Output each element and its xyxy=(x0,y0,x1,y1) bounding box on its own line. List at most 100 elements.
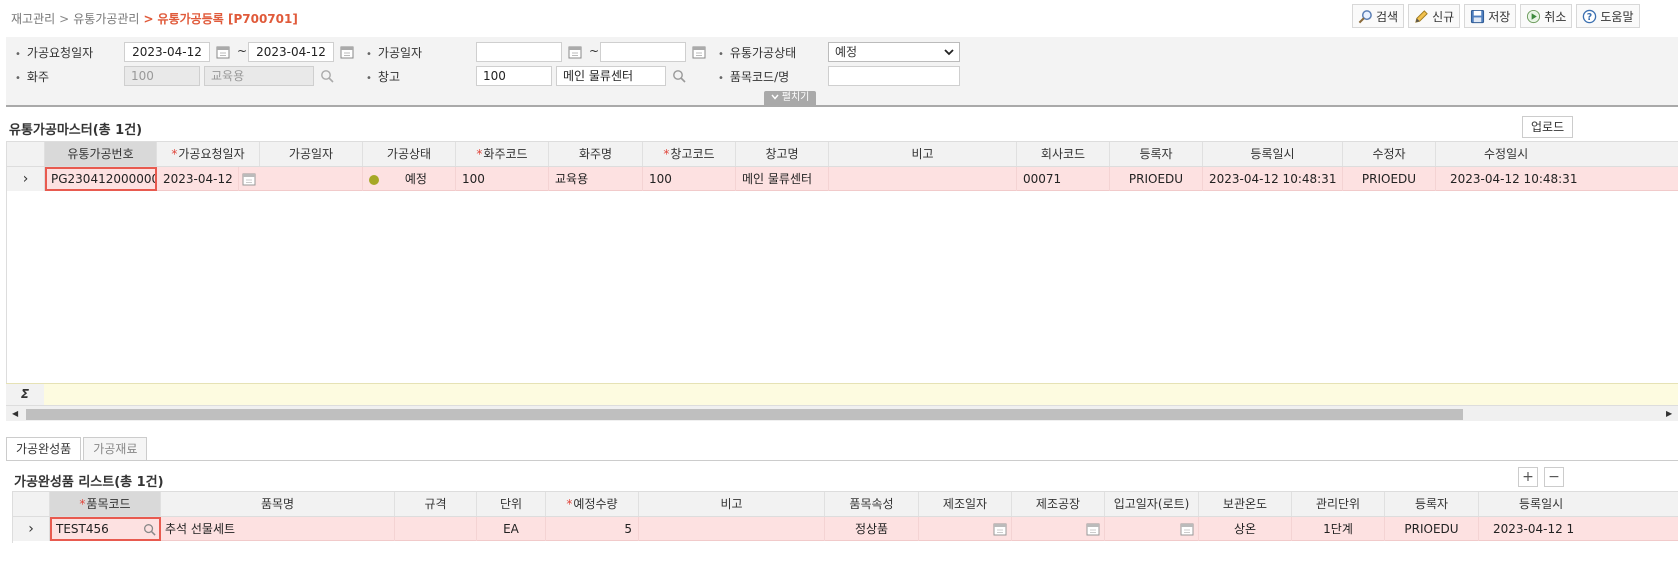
calendar-icon[interactable] xyxy=(340,45,354,59)
col-header[interactable]: 보관온도 xyxy=(1199,492,1292,516)
col-header[interactable]: *화주코드 xyxy=(456,142,549,166)
item-code-input[interactable] xyxy=(828,66,960,86)
calendar-icon[interactable] xyxy=(1180,522,1194,536)
col-header[interactable]: 수정일시 xyxy=(1436,142,1678,166)
tab-materials[interactable]: 가공재료 xyxy=(83,437,148,461)
col-header[interactable]: *예정수량 xyxy=(546,492,639,516)
calendar-icon[interactable] xyxy=(993,522,1007,536)
search-button[interactable]: 검색 xyxy=(1352,4,1405,28)
cell-reg-dt[interactable]: 2023-04-12 10:48:31 xyxy=(1203,167,1343,191)
upload-button[interactable]: 업로드 xyxy=(1522,116,1574,138)
req-date-to-input[interactable]: 2023-04-12 xyxy=(248,42,334,62)
magnifier-icon[interactable] xyxy=(143,523,156,536)
cell-wh-code[interactable]: 100 xyxy=(643,167,736,191)
cell-owner-name[interactable]: 교육용 xyxy=(549,167,643,191)
cell-reg-dt[interactable]: 2023-04-12 1 xyxy=(1479,517,1678,541)
cell-item-name[interactable]: 추석 선물세트 xyxy=(161,517,395,541)
cell-item-code[interactable]: TEST456 xyxy=(50,517,161,541)
col-header[interactable]: *품목코드 xyxy=(50,492,161,516)
col-header[interactable]: 창고명 xyxy=(736,142,829,166)
proc-date-to-input[interactable] xyxy=(600,42,686,62)
cell-req-date[interactable]: 2023-04-12 xyxy=(157,167,239,191)
col-header[interactable]: 등록자 xyxy=(1110,142,1203,166)
col-header[interactable]: 품목명 xyxy=(161,492,395,516)
row-expand-icon[interactable]: › xyxy=(13,517,50,541)
col-header[interactable]: 수정자 xyxy=(1343,142,1436,166)
cell-wh-name[interactable]: 메인 물류센터 xyxy=(736,167,829,191)
expand-toggle[interactable]: 펼치기 xyxy=(764,91,816,105)
cancel-button-label: 취소 xyxy=(1544,9,1567,24)
cell-spec[interactable] xyxy=(395,517,477,541)
master-grid-header: 유통가공번호 *가공요청일자 가공일자 가공상태 *화주코드 화주명 *창고코드… xyxy=(7,141,1678,167)
cell-mod-user[interactable]: PRIOEDU xyxy=(1343,167,1436,191)
col-header[interactable]: 가공일자 xyxy=(260,142,363,166)
col-header[interactable]: 품목속성 xyxy=(825,492,919,516)
col-header[interactable]: 가공상태 xyxy=(363,142,456,166)
col-header[interactable]: 비고 xyxy=(829,142,1017,166)
save-button[interactable]: 저장 xyxy=(1464,4,1517,28)
cell-reg-user[interactable]: PRIOEDU xyxy=(1110,167,1203,191)
col-header[interactable]: 등록일시 xyxy=(1203,142,1343,166)
col-header[interactable]: 규격 xyxy=(395,492,477,516)
magnifier-icon[interactable] xyxy=(672,69,686,83)
cell-qty[interactable]: 5 xyxy=(546,517,639,541)
proc-date-from-input[interactable] xyxy=(476,42,562,62)
cell-owner-code[interactable]: 100 xyxy=(456,167,549,191)
col-header[interactable]: 비고 xyxy=(639,492,825,516)
col-header[interactable]: *가공요청일자 xyxy=(157,142,260,166)
calendar-icon[interactable] xyxy=(568,45,582,59)
cell-reg-user[interactable]: PRIOEDU xyxy=(1385,517,1479,541)
cell-unit[interactable]: EA xyxy=(477,517,546,541)
calendar-icon[interactable] xyxy=(692,45,706,59)
calendar-icon[interactable] xyxy=(216,45,230,59)
col-header[interactable]: 유통가공번호 xyxy=(45,142,157,166)
scrollbar-thumb[interactable] xyxy=(26,409,1463,420)
col-header[interactable]: 관리단위 xyxy=(1292,492,1385,516)
help-button[interactable]: ? 도움말 xyxy=(1576,4,1640,28)
cell-proc-date[interactable] xyxy=(260,167,363,191)
top-bar: 재고관리 > 유통가공관리 > 유통가공등록 [P700701] 검색 신규 저장 취소… xyxy=(0,0,1678,36)
magnifier-icon[interactable] xyxy=(320,69,334,83)
scroll-left-icon[interactable]: ◀ xyxy=(12,409,18,418)
warehouse-name-input[interactable]: 메인 물류센터 xyxy=(556,66,666,86)
breadcrumb-level1[interactable]: 재고관리 xyxy=(11,12,55,26)
cell-note[interactable] xyxy=(829,167,1017,191)
row-expand-icon[interactable]: › xyxy=(7,167,45,191)
cell-mfg-date[interactable] xyxy=(919,517,1012,541)
col-header[interactable]: 등록일시 xyxy=(1479,492,1678,516)
table-row[interactable]: › TEST456 추석 선물세트 EA 5 정상품 상온 1단계 PRIOED… xyxy=(13,517,1678,541)
cell-factory[interactable] xyxy=(1012,517,1105,541)
col-header[interactable]: 제조공장 xyxy=(1012,492,1105,516)
tab-finished-goods[interactable]: 가공완성품 xyxy=(6,437,82,461)
chevron-down-icon xyxy=(944,49,954,56)
calendar-icon[interactable] xyxy=(1086,522,1100,536)
col-header[interactable]: 단위 xyxy=(477,492,546,516)
cell-attr[interactable]: 정상품 xyxy=(825,517,919,541)
col-header[interactable]: 제조일자 xyxy=(919,492,1012,516)
horizontal-scrollbar[interactable]: ◀ ▶ xyxy=(6,405,1678,421)
breadcrumb-level2[interactable]: 유통가공관리 xyxy=(73,12,139,26)
cell-temp[interactable]: 상온 xyxy=(1199,517,1292,541)
warehouse-code-input[interactable]: 100 xyxy=(476,66,552,86)
col-header[interactable]: 입고일자(로트) xyxy=(1105,492,1199,516)
cell-process-no[interactable]: PG2304120000001 xyxy=(45,167,157,191)
cell-mod-dt[interactable]: 2023-04-12 10:48:31 xyxy=(1436,167,1678,191)
add-row-button[interactable]: + xyxy=(1518,467,1538,487)
col-header[interactable]: 화주명 xyxy=(549,142,643,166)
req-date-from-input[interactable]: 2023-04-12 xyxy=(124,42,210,62)
calendar-icon[interactable] xyxy=(242,172,256,186)
cell-note[interactable] xyxy=(639,517,825,541)
cell-mgmt-unit[interactable]: 1단계 xyxy=(1292,517,1385,541)
new-button[interactable]: 신규 xyxy=(1408,4,1461,28)
cell-status[interactable]: 예정 xyxy=(363,167,456,191)
status-select[interactable]: 예정 xyxy=(828,42,960,62)
cancel-button[interactable]: 취소 xyxy=(1520,4,1573,28)
scroll-right-icon[interactable]: ▶ xyxy=(1666,409,1672,418)
cell-in-date[interactable] xyxy=(1105,517,1199,541)
cell-company[interactable]: 00071 xyxy=(1017,167,1110,191)
col-header[interactable]: 등록자 xyxy=(1385,492,1479,516)
col-header[interactable]: 회사코드 xyxy=(1017,142,1110,166)
col-header[interactable]: *창고코드 xyxy=(643,142,736,166)
table-row[interactable]: › PG2304120000001 2023-04-12 예정 100 교육용 … xyxy=(7,167,1678,191)
remove-row-button[interactable]: − xyxy=(1544,467,1564,487)
